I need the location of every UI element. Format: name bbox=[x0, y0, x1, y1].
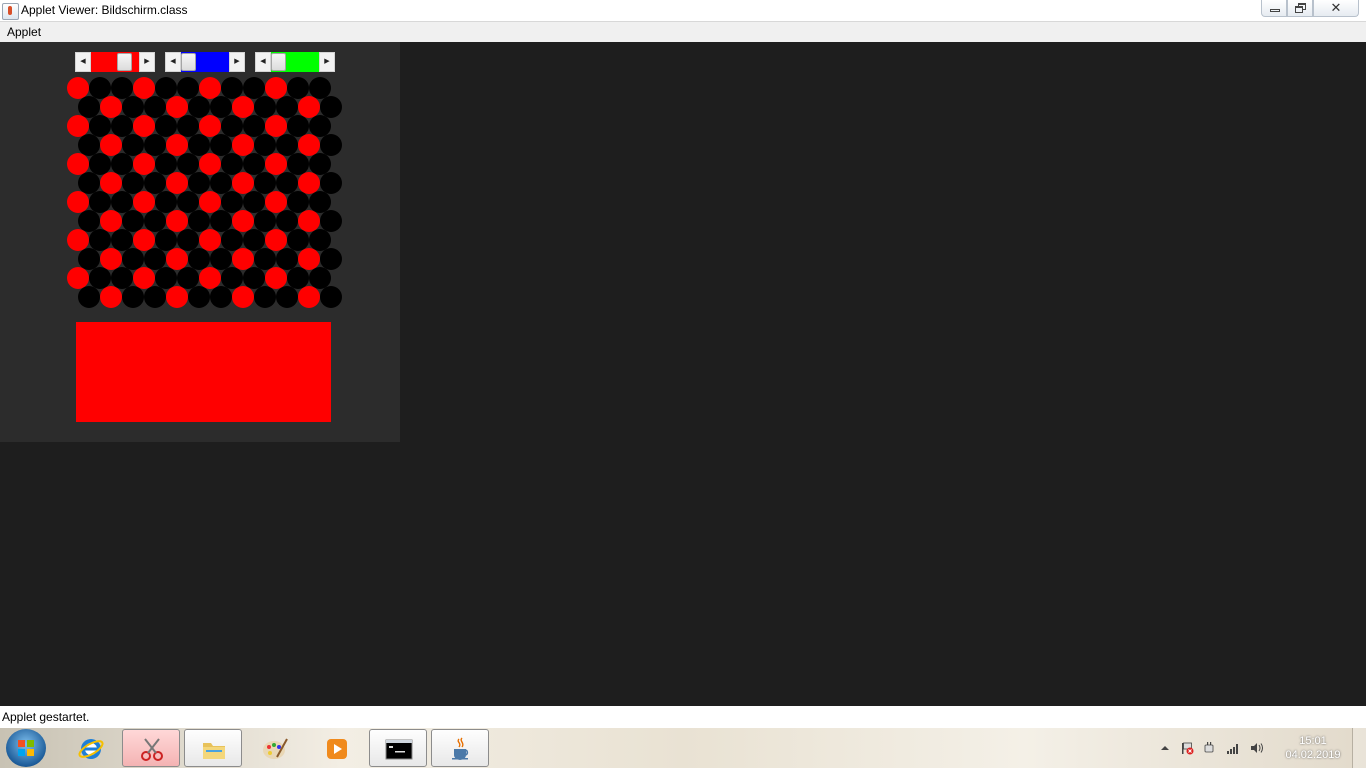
grid-circle bbox=[232, 286, 254, 308]
grid-circle bbox=[166, 286, 188, 308]
taskbar-snipping-tool[interactable] bbox=[122, 729, 180, 767]
java-app-icon[interactable] bbox=[2, 3, 19, 20]
palette-icon bbox=[263, 738, 288, 759]
action-center-flag-icon[interactable] bbox=[1180, 741, 1194, 755]
taskbar: 15:01 04.02.2019 bbox=[0, 728, 1366, 768]
show-hidden-icons-icon[interactable] bbox=[1158, 741, 1172, 755]
network-signal-icon[interactable] bbox=[1226, 741, 1240, 755]
media-player-icon bbox=[327, 739, 347, 759]
color-swatch bbox=[76, 322, 331, 422]
taskbar-paint[interactable] bbox=[245, 729, 303, 767]
clock-time: 15:01 bbox=[1299, 735, 1327, 747]
status-bar: Applet gestartet. bbox=[0, 706, 1366, 728]
taskbar-clock[interactable]: 15:01 04.02.2019 bbox=[1280, 734, 1346, 762]
console-icon bbox=[385, 739, 413, 760]
folder-icon bbox=[203, 743, 225, 759]
grid-circle bbox=[254, 286, 276, 308]
window-title: Applet Viewer: Bildschirm.class bbox=[21, 3, 188, 17]
grid-circle bbox=[144, 286, 166, 308]
java-cup-icon bbox=[452, 737, 469, 760]
menu-bar: Applet bbox=[0, 22, 1366, 42]
circle-grid bbox=[0, 42, 400, 342]
start-button[interactable] bbox=[6, 729, 46, 767]
restore-button[interactable] bbox=[1287, 0, 1313, 17]
clock-date: 04.02.2019 bbox=[1285, 749, 1341, 761]
taskbar-java[interactable] bbox=[431, 729, 489, 767]
grid-circle bbox=[276, 286, 298, 308]
grid-circle bbox=[122, 286, 144, 308]
status-text: Applet gestartet. bbox=[2, 710, 90, 724]
close-icon: ✕ bbox=[1330, 0, 1342, 15]
title-bar[interactable]: Applet Viewer: Bildschirm.class ✕ bbox=[0, 0, 1366, 22]
taskbar-internet-explorer[interactable] bbox=[61, 729, 119, 767]
grid-circle bbox=[100, 286, 122, 308]
minimize-icon bbox=[1270, 9, 1280, 12]
applet-canvas: ◀ ▶ ◀ ▶ ◀ ▶ bbox=[0, 42, 400, 442]
grid-circle bbox=[188, 286, 210, 308]
minimize-button[interactable] bbox=[1261, 0, 1287, 17]
menu-applet[interactable]: Applet bbox=[7, 25, 41, 39]
taskbar-command-prompt[interactable] bbox=[369, 729, 427, 767]
grid-circle bbox=[78, 286, 100, 308]
ie-icon bbox=[78, 739, 104, 759]
grid-circle bbox=[320, 286, 342, 308]
power-plug-icon[interactable] bbox=[1202, 741, 1216, 755]
system-tray bbox=[1150, 728, 1280, 768]
taskbar-windows-explorer[interactable] bbox=[184, 729, 242, 767]
grid-circle bbox=[298, 286, 320, 308]
show-desktop-button[interactable] bbox=[1352, 728, 1366, 768]
close-button[interactable]: ✕ bbox=[1313, 0, 1359, 17]
grid-circle bbox=[210, 286, 232, 308]
restore-icon bbox=[1295, 3, 1306, 13]
scissors-icon bbox=[141, 738, 163, 761]
volume-icon[interactable] bbox=[1250, 741, 1264, 755]
windows-logo-icon bbox=[18, 740, 34, 756]
taskbar-media-player[interactable] bbox=[307, 729, 365, 767]
